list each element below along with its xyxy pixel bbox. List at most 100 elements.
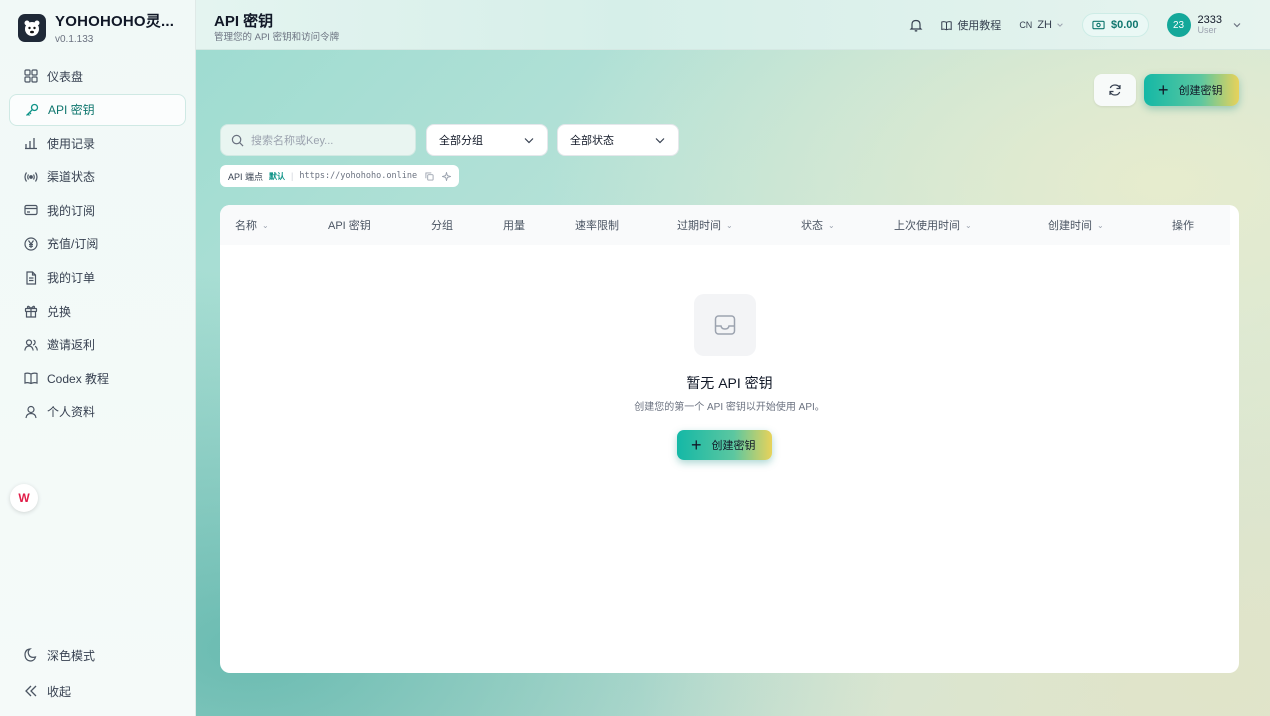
column-header-created[interactable]: 创建时间 ⌄ (1048, 205, 1104, 245)
column-header-status[interactable]: 状态 ⌄ (801, 205, 835, 245)
sidebar-item-label: Codex 教程 (47, 371, 110, 386)
sidebar-item-orders[interactable]: 我的订单 (9, 262, 186, 294)
empty-state-title: 暂无 API 密钥 (686, 375, 773, 391)
chevron-down-icon: ⌄ (1097, 220, 1104, 230)
sidebar-item-label: 我的订单 (47, 271, 96, 286)
endpoint-label: API 端点 (228, 171, 264, 182)
plus-icon: + (1158, 80, 1169, 100)
document-icon (23, 270, 39, 286)
sidebar-item-usage[interactable]: 使用记录 (9, 127, 186, 159)
api-keys-table-card: 名称 ⌄ API 密钥 分组 用量 速率限制 过期时间 ⌄ 状态 ⌄ 上次使用时间 ⌄ … (220, 205, 1239, 673)
collapse-label: 收起 (47, 684, 72, 699)
chevron-down-icon: ⌄ (965, 220, 972, 230)
sidebar-item-referral[interactable]: 邀请返利 (9, 329, 186, 361)
language-selector[interactable]: CN ZH (1019, 19, 1064, 31)
sidebar-item-label: 个人资料 (47, 405, 96, 420)
balance-badge[interactable]: $0.00 (1081, 13, 1149, 37)
sidebar-item-label: 充值/订阅 (47, 237, 99, 252)
app-version: v0.1.133 (55, 34, 94, 45)
refresh-icon (1109, 84, 1121, 96)
status-filter-select[interactable]: 全部状态 (557, 124, 679, 156)
language-label: ZH (1037, 19, 1052, 31)
sparkle-icon[interactable] (442, 171, 452, 181)
top-header: API 密钥 管理您的 API 密钥和访问令牌 使用教程 CN ZH $0.00… (196, 0, 1270, 50)
grid-icon (23, 68, 39, 84)
bell-icon[interactable] (909, 18, 923, 32)
group-filter-value: 全部分组 (439, 135, 483, 147)
column-header-name[interactable]: 名称 ⌄ (235, 205, 269, 245)
sidebar-item-codex-tutorial[interactable]: Codex 教程 (9, 362, 186, 394)
sidebar-item-api-keys[interactable]: API 密钥 (9, 93, 186, 126)
status-filter-value: 全部状态 (570, 135, 614, 147)
users-icon (23, 337, 39, 353)
brand[interactable]: YOHOHOHO灵... v0.1.133 (18, 10, 174, 45)
money-icon (1092, 20, 1105, 30)
inbox-icon (694, 294, 756, 356)
plus-icon: + (691, 435, 702, 455)
column-header-actions: 操作 (1172, 220, 1194, 232)
page-subtitle: 管理您的 API 密钥和访问令牌 (214, 32, 340, 43)
collapse-sidebar-button[interactable]: 收起 (9, 675, 186, 707)
book-icon (23, 370, 39, 386)
sidebar-item-channel-status[interactable]: 渠道状态 (9, 161, 186, 193)
yen-icon (23, 236, 39, 252)
search-placeholder: 搜索名称或Key... (251, 135, 334, 147)
copy-icon[interactable] (425, 171, 434, 181)
key-icon (24, 102, 40, 118)
sidebar-item-recharge[interactable]: 充值/订阅 (9, 228, 186, 260)
chevron-down-icon (1057, 23, 1063, 27)
endpoint-default-tag: 默认 (269, 171, 286, 181)
api-endpoint-bar: API 端点 默认 | https://yohohoho.online (220, 165, 460, 187)
user-menu[interactable]: 23 2333 User (1166, 13, 1242, 37)
sidebar: YOHOHOHO灵... v0.1.133 仪表盘 API 密钥 使用记录 渠道… (0, 0, 196, 716)
create-key-button[interactable]: + 创建密钥 (1144, 74, 1239, 106)
tutorial-label: 使用教程 (957, 20, 1002, 32)
sidebar-item-profile[interactable]: 个人资料 (9, 396, 186, 428)
sidebar-item-label: 我的订阅 (47, 203, 96, 218)
sidebar-item-label: 兑换 (47, 304, 72, 319)
dark-mode-label: 深色模式 (47, 648, 96, 663)
book-icon (941, 20, 953, 30)
column-header-expires[interactable]: 过期时间 ⌄ (677, 205, 733, 245)
sidebar-item-dashboard[interactable]: 仪表盘 (9, 60, 186, 92)
table-header: 名称 ⌄ API 密钥 分组 用量 速率限制 过期时间 ⌄ 状态 ⌄ 上次使用时间 ⌄ … (220, 205, 1230, 245)
search-input[interactable]: 搜索名称或Key... (220, 124, 416, 156)
column-header-last-used[interactable]: 上次使用时间 ⌄ (894, 205, 972, 245)
balance-value: $0.00 (1110, 19, 1139, 31)
column-header-api-key: API 密钥 (328, 220, 371, 232)
wps-floating-icon[interactable]: W (10, 484, 38, 512)
dark-mode-toggle[interactable]: 深色模式 (9, 639, 186, 671)
chevron-down-icon: ⌄ (828, 220, 835, 230)
endpoint-url: https://yohohoho.online (299, 171, 418, 181)
chevron-down-icon (655, 138, 665, 144)
sidebar-item-label: 邀请返利 (47, 338, 96, 353)
main-content: + 创建密钥 搜索名称或Key... 全部分组 全部状态 API 端点 默认 |… (196, 50, 1270, 716)
user-icon (23, 404, 39, 420)
card-icon (23, 202, 39, 218)
gift-icon (23, 303, 39, 319)
avatar: 23 (1166, 13, 1191, 37)
sidebar-item-label: API 密钥 (48, 103, 95, 118)
column-header-group: 分组 (431, 220, 453, 232)
create-key-label: 创建密钥 (1178, 85, 1223, 97)
chevron-down-icon: ⌄ (726, 220, 733, 230)
refresh-button[interactable] (1094, 74, 1136, 106)
empty-create-key-button[interactable]: + 创建密钥 (677, 430, 772, 460)
search-icon (231, 134, 244, 146)
signal-icon (23, 169, 39, 185)
user-role: User (1197, 25, 1217, 36)
group-filter-select[interactable]: 全部分组 (426, 124, 548, 156)
sidebar-item-label: 渠道状态 (47, 170, 96, 185)
sidebar-item-label: 仪表盘 (47, 69, 84, 84)
sidebar-item-subscription[interactable]: 我的订阅 (9, 194, 186, 226)
chevron-down-icon: ⌄ (262, 220, 269, 230)
sidebar-bottom: 深色模式 收起 (9, 639, 186, 709)
sidebar-item-redeem[interactable]: 兑换 (9, 295, 186, 327)
create-key-label: 创建密钥 (711, 440, 756, 452)
tutorial-link[interactable]: 使用教程 (941, 17, 1001, 33)
sidebar-item-label: 使用记录 (47, 136, 96, 151)
column-header-usage: 用量 (503, 220, 525, 232)
column-header-rate-limit: 速率限制 (575, 220, 619, 232)
page-title: API 密钥 (214, 13, 274, 30)
chevron-down-icon (1233, 23, 1241, 28)
